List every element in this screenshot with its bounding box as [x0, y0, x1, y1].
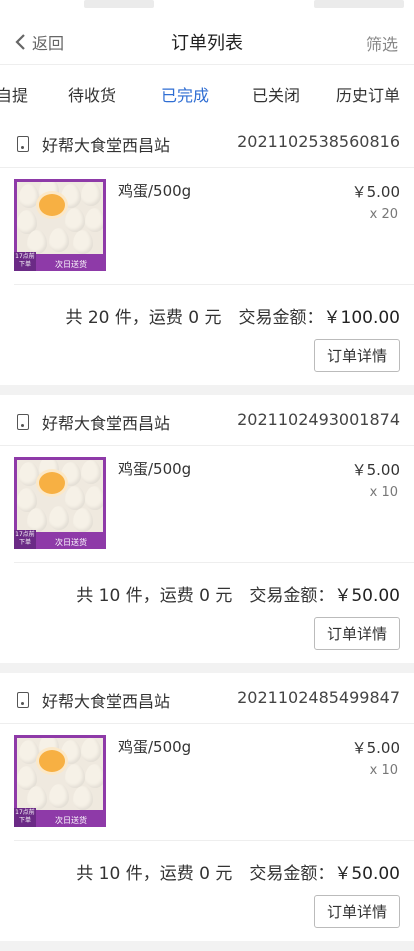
product-price: ￥5.00 — [351, 183, 400, 201]
order-number: 2021102538560816 — [237, 132, 400, 151]
promo-badge: 17点前下单 — [14, 808, 36, 827]
order-card[interactable]: 好帮大食堂西昌站 2021102493001874 17点前下单 次日送货 鸡蛋… — [0, 395, 414, 663]
order-card[interactable]: 好帮大食堂西昌站 2021102485499847 17点前下单 次日送货 鸡蛋… — [0, 673, 414, 941]
order-tabs: 自提 待收货 已完成 已关闭 历史订单 — [0, 64, 414, 118]
delivery-strip: 次日送货 — [36, 815, 106, 827]
order-header: 好帮大食堂西昌站 2021102493001874 — [0, 395, 414, 446]
delivery-strip: 次日送货 — [36, 537, 106, 549]
store-name: 好帮大食堂西昌站 — [42, 136, 171, 155]
store-name: 好帮大食堂西昌站 — [42, 414, 171, 433]
product-quantity: x 20 — [369, 207, 398, 222]
summary-text: 共 10 件，运费 0 元 交易金额： — [76, 586, 335, 606]
tab-to-receive[interactable]: 待收货 — [68, 82, 116, 106]
product-price: ￥5.00 — [351, 461, 400, 479]
page-title: 订单列表 — [171, 33, 243, 54]
order-number: 2021102485499847 — [237, 688, 400, 707]
order-detail-button[interactable]: 订单详情 — [314, 339, 400, 372]
signal-icon — [84, 0, 154, 8]
order-list: 好帮大食堂西昌站 2021102538560816 17点前下单 次日送货 鸡蛋… — [0, 117, 414, 951]
order-summary: 共 20 件，运费 0 元 交易金额：￥100.00 — [65, 303, 400, 328]
order-detail-button[interactable]: 订单详情 — [314, 895, 400, 928]
order-header: 好帮大食堂西昌站 2021102538560816 — [0, 117, 414, 168]
trade-amount: ￥50.00 — [334, 864, 400, 884]
trade-amount: ￥50.00 — [334, 586, 400, 606]
divider — [14, 562, 414, 563]
order-summary: 共 10 件，运费 0 元 交易金额：￥50.00 — [76, 859, 400, 884]
product-quantity: x 10 — [369, 763, 398, 778]
phone-icon — [17, 414, 29, 430]
nav-bar: 返回 订单列表 筛选 — [0, 18, 414, 64]
phone-icon — [17, 136, 29, 152]
battery-icon — [314, 0, 404, 8]
store-name: 好帮大食堂西昌站 — [42, 692, 171, 711]
order-card[interactable]: 好帮大食堂西昌站 2021102538560816 17点前下单 次日送货 鸡蛋… — [0, 117, 414, 385]
phone-icon — [17, 692, 29, 708]
product-name: 鸡蛋/500g — [118, 460, 192, 478]
tab-closed[interactable]: 已关闭 — [252, 82, 300, 106]
status-bar — [0, 0, 414, 18]
summary-text: 共 10 件，运费 0 元 交易金额： — [76, 864, 335, 884]
product-image[interactable]: 17点前下单 次日送货 — [14, 735, 106, 827]
product-name: 鸡蛋/500g — [118, 182, 192, 200]
product-name: 鸡蛋/500g — [118, 738, 192, 756]
product-image[interactable]: 17点前下单 次日送货 — [14, 457, 106, 549]
tab-completed[interactable]: 已完成 — [161, 82, 209, 106]
order-number: 2021102493001874 — [237, 410, 400, 429]
tab-pickup[interactable]: 自提 — [0, 82, 28, 106]
order-summary: 共 10 件，运费 0 元 交易金额：￥50.00 — [76, 581, 400, 606]
filter-button[interactable]: 筛选 — [366, 31, 398, 55]
order-header: 好帮大食堂西昌站 2021102485499847 — [0, 673, 414, 724]
promo-badge: 17点前下单 — [14, 252, 36, 271]
divider — [14, 284, 414, 285]
product-price: ￥5.00 — [351, 739, 400, 757]
product-quantity: x 10 — [369, 485, 398, 500]
promo-badge: 17点前下单 — [14, 530, 36, 549]
delivery-strip: 次日送货 — [36, 259, 106, 271]
divider — [14, 840, 414, 841]
tab-history[interactable]: 历史订单 — [336, 82, 400, 106]
product-image[interactable]: 17点前下单 次日送货 — [14, 179, 106, 271]
order-detail-button[interactable]: 订单详情 — [314, 617, 400, 650]
summary-text: 共 20 件，运费 0 元 交易金额： — [65, 308, 324, 328]
trade-amount: ￥100.00 — [323, 308, 400, 328]
